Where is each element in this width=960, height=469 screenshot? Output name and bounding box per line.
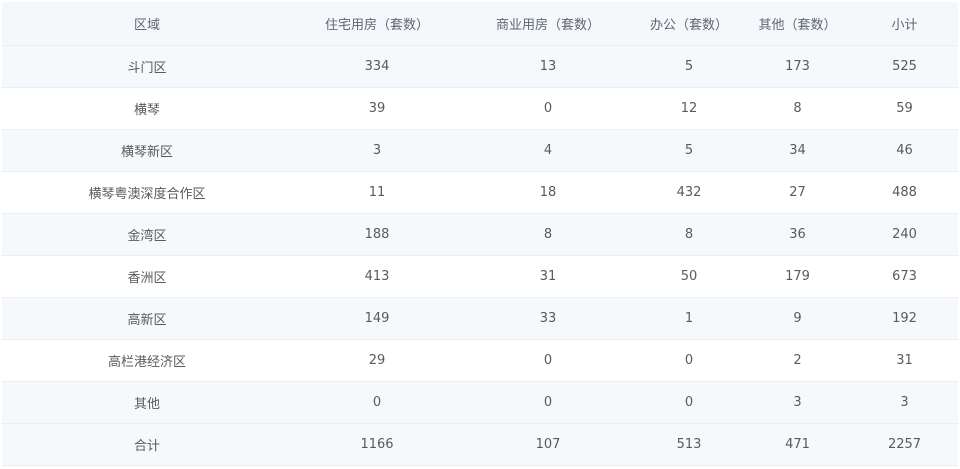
- cell-district: 横琴粤澳深度合作区: [2, 171, 292, 214]
- cell-district: 横琴新区: [2, 129, 292, 172]
- table-row: 斗门区 334 13 5 173 525: [2, 45, 958, 88]
- district-housing-table: 区域 住宅用房（套数） 商业用房（套数） 办公（套数） 其他（套数） 小计 斗门…: [2, 2, 958, 466]
- cell-residential: 39: [292, 87, 462, 130]
- cell-subtotal: 488: [851, 171, 958, 214]
- cell-district: 香洲区: [2, 255, 292, 298]
- table-row: 横琴新区 3 4 5 34 46: [2, 129, 958, 172]
- cell-subtotal: 192: [851, 297, 958, 340]
- cell-other: 36: [744, 213, 851, 256]
- cell-office: 0: [634, 339, 744, 382]
- cell-district: 合计: [2, 423, 292, 466]
- cell-district: 斗门区: [2, 45, 292, 88]
- column-header-commercial: 商业用房（套数）: [462, 2, 634, 46]
- cell-commercial: 107: [462, 423, 634, 466]
- cell-district: 高栏港经济区: [2, 339, 292, 382]
- table-row: 高栏港经济区 29 0 0 2 31: [2, 339, 958, 382]
- cell-office: 432: [634, 171, 744, 214]
- table-row: 横琴粤澳深度合作区 11 18 432 27 488: [2, 171, 958, 214]
- cell-subtotal: 59: [851, 87, 958, 130]
- table-row: 金湾区 188 8 8 36 240: [2, 213, 958, 256]
- column-header-residential: 住宅用房（套数）: [292, 2, 462, 46]
- cell-other: 34: [744, 129, 851, 172]
- cell-other: 173: [744, 45, 851, 88]
- cell-commercial: 0: [462, 381, 634, 424]
- cell-commercial: 4: [462, 129, 634, 172]
- cell-commercial: 8: [462, 213, 634, 256]
- cell-district: 横琴: [2, 87, 292, 130]
- cell-district: 金湾区: [2, 213, 292, 256]
- cell-district: 其他: [2, 381, 292, 424]
- cell-residential: 413: [292, 255, 462, 298]
- cell-other: 8: [744, 87, 851, 130]
- cell-subtotal: 3: [851, 381, 958, 424]
- cell-office: 5: [634, 45, 744, 88]
- cell-subtotal: 525: [851, 45, 958, 88]
- cell-office: 8: [634, 213, 744, 256]
- cell-residential: 0: [292, 381, 462, 424]
- cell-residential: 149: [292, 297, 462, 340]
- table-total-row: 合计 1166 107 513 471 2257: [2, 423, 958, 466]
- cell-subtotal: 673: [851, 255, 958, 298]
- cell-commercial: 13: [462, 45, 634, 88]
- cell-office: 1: [634, 297, 744, 340]
- column-header-subtotal: 小计: [851, 2, 958, 46]
- table-row: 香洲区 413 31 50 179 673: [2, 255, 958, 298]
- cell-office: 12: [634, 87, 744, 130]
- table-row: 横琴 39 0 12 8 59: [2, 87, 958, 130]
- cell-office: 50: [634, 255, 744, 298]
- cell-commercial: 33: [462, 297, 634, 340]
- column-header-district: 区域: [2, 2, 292, 46]
- cell-district: 高新区: [2, 297, 292, 340]
- cell-subtotal: 2257: [851, 423, 958, 466]
- cell-residential: 3: [292, 129, 462, 172]
- cell-commercial: 18: [462, 171, 634, 214]
- cell-other: 27: [744, 171, 851, 214]
- cell-commercial: 31: [462, 255, 634, 298]
- cell-other: 179: [744, 255, 851, 298]
- cell-residential: 334: [292, 45, 462, 88]
- cell-office: 0: [634, 381, 744, 424]
- cell-residential: 29: [292, 339, 462, 382]
- cell-residential: 11: [292, 171, 462, 214]
- cell-subtotal: 31: [851, 339, 958, 382]
- cell-residential: 1166: [292, 423, 462, 466]
- cell-residential: 188: [292, 213, 462, 256]
- cell-commercial: 0: [462, 87, 634, 130]
- column-header-office: 办公（套数）: [634, 2, 744, 46]
- cell-other: 2: [744, 339, 851, 382]
- cell-other: 9: [744, 297, 851, 340]
- cell-subtotal: 240: [851, 213, 958, 256]
- cell-other: 471: [744, 423, 851, 466]
- table-header-row: 区域 住宅用房（套数） 商业用房（套数） 办公（套数） 其他（套数） 小计: [2, 2, 958, 46]
- cell-commercial: 0: [462, 339, 634, 382]
- cell-subtotal: 46: [851, 129, 958, 172]
- page: 区域 住宅用房（套数） 商业用房（套数） 办公（套数） 其他（套数） 小计 斗门…: [0, 0, 960, 469]
- column-header-other: 其他（套数）: [744, 2, 851, 46]
- cell-office: 5: [634, 129, 744, 172]
- cell-other: 3: [744, 381, 851, 424]
- cell-office: 513: [634, 423, 744, 466]
- table-row: 其他 0 0 0 3 3: [2, 381, 958, 424]
- table-row: 高新区 149 33 1 9 192: [2, 297, 958, 340]
